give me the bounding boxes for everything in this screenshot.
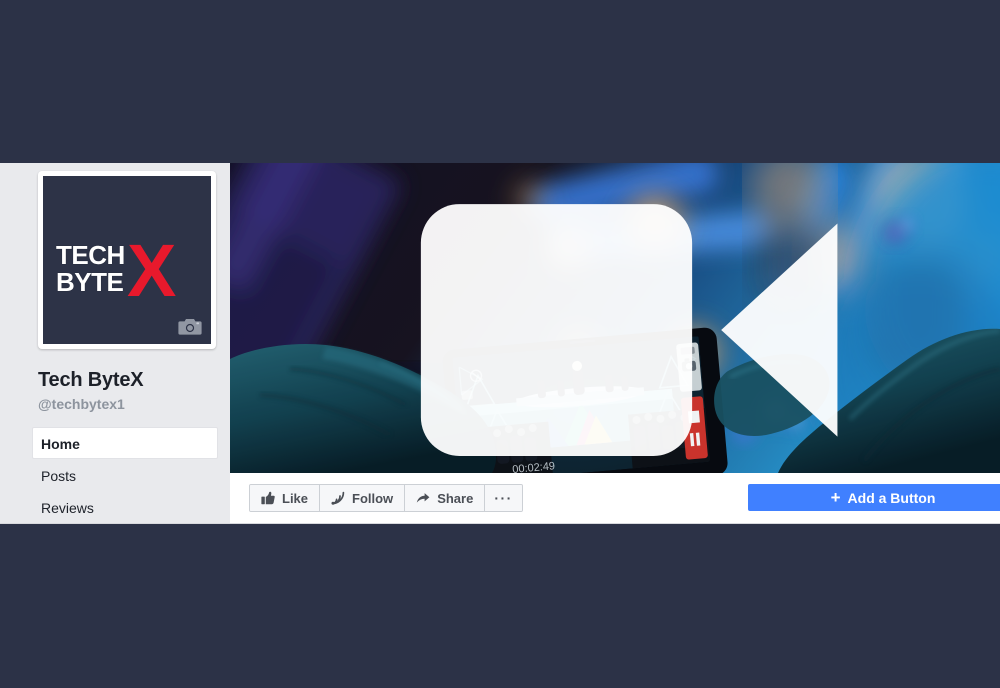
follow-button-label: Follow xyxy=(352,490,394,506)
share-button[interactable]: Share xyxy=(405,485,486,511)
sidebar-item-reviews[interactable]: Reviews xyxy=(32,491,218,523)
page-root: X TECH BYTE Tech ByteX @techbytex1 Home … xyxy=(0,0,1000,688)
sidebar-item-posts[interactable]: Posts xyxy=(32,459,218,491)
action-bar: Like Follow Share ··· + Add a Button xyxy=(230,473,1000,524)
like-button-label: Like xyxy=(282,490,309,506)
add-a-button-label: Add a Button xyxy=(847,489,936,506)
like-button[interactable]: Like xyxy=(250,485,321,511)
rss-feed-icon xyxy=(331,491,345,505)
share-button-label: Share xyxy=(437,490,474,506)
logo-line-1: TECH xyxy=(56,240,125,270)
content-bottom-divider xyxy=(0,523,1000,524)
sidebar-item-home[interactable]: Home xyxy=(32,427,218,459)
logo-mark-x: X xyxy=(127,229,176,312)
brand-logo: X TECH BYTE xyxy=(43,234,211,308)
more-options-button[interactable]: ··· xyxy=(485,485,522,511)
page-title: Tech ByteX xyxy=(38,369,144,391)
camera-icon[interactable] xyxy=(177,317,203,337)
page-action-button-group: Like Follow Share ··· xyxy=(249,484,523,512)
left-sidebar: X TECH BYTE Tech ByteX @techbytex1 Home … xyxy=(0,163,230,524)
video-camera-icon xyxy=(249,175,838,456)
logo-line-2: BYTE xyxy=(56,267,124,297)
page-handle: @techbytex1 xyxy=(38,396,125,412)
profile-picture-image: X TECH BYTE xyxy=(43,176,211,344)
thumbs-up-icon xyxy=(261,491,275,505)
ellipsis-icon: ··· xyxy=(494,490,513,506)
profile-picture[interactable]: X TECH BYTE xyxy=(38,171,216,349)
plus-icon: + xyxy=(830,488,841,507)
share-arrow-icon xyxy=(416,491,430,505)
sidebar-nav: Home Posts Reviews xyxy=(32,427,218,523)
cover-photo[interactable]: 00:02:49 xyxy=(230,163,1000,473)
logo-wordmark: TECH BYTE xyxy=(56,242,125,296)
add-a-button-button[interactable]: + Add a Button xyxy=(748,484,1000,511)
follow-button[interactable]: Follow xyxy=(320,485,406,511)
